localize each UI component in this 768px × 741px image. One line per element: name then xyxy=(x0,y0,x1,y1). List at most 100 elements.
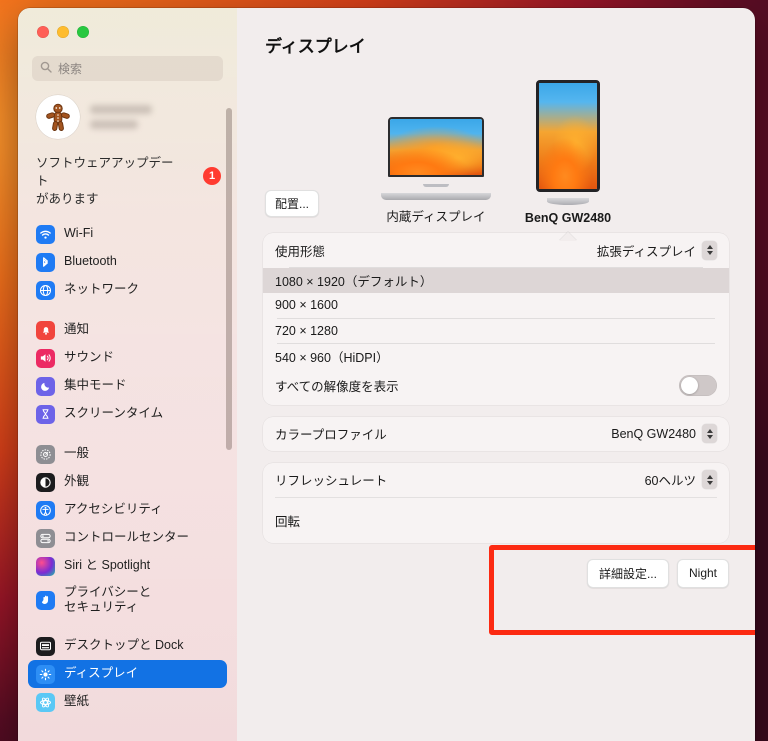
resolution-option[interactable]: 1080 × 1920（デフォルト） xyxy=(263,267,729,293)
benq-display-thumbnail xyxy=(535,80,600,192)
display-settings-card: 使用形態 拡張ディスプレイ 1080 × 1920（デフォルト） 900 × 1… xyxy=(263,233,729,405)
search-input[interactable] xyxy=(58,61,215,76)
desktop-dock-icon xyxy=(36,636,55,656)
show-all-resolutions-toggle[interactable] xyxy=(679,375,717,396)
sidebar-item-label: ネットワーク xyxy=(64,282,140,297)
advanced-settings-button[interactable]: 詳細設定... xyxy=(586,558,669,588)
sidebar-item-wifi[interactable]: Wi-Fi xyxy=(28,220,227,248)
sidebar-group-system: 一般 外観 アクセシビリティ コントロールセンター Siri と Spotlig… xyxy=(28,440,227,620)
use-as-label: 使用形態 xyxy=(275,244,326,259)
control-center-icon xyxy=(36,528,55,548)
color-profile-value-group[interactable]: BenQ GW2480 xyxy=(611,424,717,443)
refresh-rate-value-group[interactable]: 60ヘルツ xyxy=(645,470,717,489)
sidebar-item-notifications[interactable]: 通知 xyxy=(28,316,227,344)
minimize-button[interactable] xyxy=(57,26,69,38)
laptop-base xyxy=(380,193,491,200)
sidebar-item-label: サウンド xyxy=(64,350,115,365)
sidebar-item-accessibility[interactable]: アクセシビリティ xyxy=(28,496,227,524)
show-all-resolutions-label: すべての解像度を表示 xyxy=(275,380,399,394)
avatar xyxy=(36,95,80,139)
sidebar-item-control-center[interactable]: コントロールセンター xyxy=(28,524,227,552)
chevron-updown-icon[interactable] xyxy=(702,424,717,443)
content-area: ディスプレイ 配置... 内蔵ディスプレイ BenQ GW2480 使用形態 拡… xyxy=(237,8,755,741)
siri-icon xyxy=(36,556,55,576)
sidebar-item-bluetooth[interactable]: Bluetooth xyxy=(28,248,227,276)
sidebar-item-label: 一般 xyxy=(64,446,90,461)
sidebar-item-screentime[interactable]: スクリーンタイム xyxy=(28,400,227,428)
resolution-list: 1080 × 1920（デフォルト） 900 × 1600 720 × 1280… xyxy=(263,267,729,369)
monitor-stand xyxy=(546,198,589,205)
display-brightness-icon xyxy=(36,664,55,684)
search-field[interactable] xyxy=(32,56,223,81)
sidebar-group-network: Wi-Fi Bluetooth ネットワーク xyxy=(28,220,227,304)
sidebar-item-label: 集中モード xyxy=(64,378,127,393)
moon-icon xyxy=(36,376,55,396)
resolution-option[interactable]: 540 × 960（HiDPI） xyxy=(263,344,729,369)
color-profile-row[interactable]: カラープロファイル BenQ GW2480 xyxy=(275,417,717,451)
sidebar-scrollbar[interactable] xyxy=(226,108,232,450)
sidebar-item-label: 通知 xyxy=(64,322,90,337)
bluetooth-icon xyxy=(36,252,55,272)
show-all-resolutions-row[interactable]: すべての解像度を表示 xyxy=(275,369,717,403)
sidebar-item-desktop-dock[interactable]: デスクトップと Dock xyxy=(28,632,227,660)
sidebar-item-network[interactable]: ネットワーク xyxy=(28,276,227,304)
sidebar-item-general[interactable]: 一般 xyxy=(28,440,227,468)
chevron-updown-icon[interactable] xyxy=(702,470,717,489)
sidebar-item-displays[interactable]: ディスプレイ xyxy=(28,660,227,689)
refresh-rotation-card: リフレッシュレート 60ヘルツ 回転 xyxy=(263,462,729,543)
software-update-row[interactable]: ソフトウェアアップデート があります 1 xyxy=(18,139,237,208)
rotation-label: 回転 xyxy=(275,514,301,529)
sidebar-item-sound[interactable]: サウンド xyxy=(28,344,227,372)
arrange-button[interactable]: 配置... xyxy=(265,190,320,217)
rotation-row[interactable]: 回転 xyxy=(275,496,717,543)
sidebar-item-focus[interactable]: 集中モード xyxy=(28,372,227,400)
use-as-value: 拡張ディスプレイ xyxy=(596,244,696,259)
color-profile-label: カラープロファイル xyxy=(275,428,387,442)
desktop-background: ソフトウェアアップデートがあります 1 Wi-Fi xyxy=(0,0,768,741)
sidebar-item-label: アクセシビリティ xyxy=(64,502,163,517)
refresh-rate-value: 60ヘルツ xyxy=(644,474,696,488)
sidebar-item-privacy-security[interactable]: プライバシーと セキュリティ xyxy=(28,580,227,620)
sidebar-item-siri-spotlight[interactable]: Siri と Spotlight xyxy=(28,552,227,580)
displays-preview-row: 配置... 内蔵ディスプレイ BenQ GW2480 xyxy=(251,63,741,241)
sidebar-item-label: 壁紙 xyxy=(64,694,90,709)
sidebar-item-appearance[interactable]: 外観 xyxy=(28,468,227,496)
sidebar-item-label: Bluetooth xyxy=(64,254,117,269)
use-as-row[interactable]: 使用形態 拡張ディスプレイ xyxy=(275,233,717,267)
chevron-updown-icon[interactable] xyxy=(702,240,717,260)
sidebar-item-wallpaper[interactable]: 壁紙 xyxy=(28,688,227,716)
sidebar-item-label: 外観 xyxy=(64,474,90,489)
sidebar-group-alerts: 通知 サウンド 集中モード スクリーンタイム xyxy=(28,316,227,428)
color-profile-value: BenQ GW2480 xyxy=(611,426,696,441)
bottom-button-row: 詳細設定... Night xyxy=(251,551,741,598)
color-profile-card: カラープロファイル BenQ GW2480 xyxy=(263,416,729,451)
close-button[interactable] xyxy=(37,26,49,38)
sidebar-item-label: デスクトップと Dock xyxy=(64,638,184,653)
display-benq[interactable]: BenQ GW2480 xyxy=(524,80,612,241)
user-name-redacted xyxy=(90,105,152,129)
use-as-value-group[interactable]: 拡張ディスプレイ xyxy=(596,240,717,260)
wallpaper-icon xyxy=(36,692,55,712)
display-builtin[interactable]: 内蔵ディスプレイ xyxy=(380,117,491,225)
resolution-option[interactable]: 720 × 1280 xyxy=(263,318,729,343)
selected-display-indicator xyxy=(558,232,577,241)
sidebar: ソフトウェアアップデートがあります 1 Wi-Fi xyxy=(18,8,237,741)
display-label: BenQ GW2480 xyxy=(524,211,612,225)
sidebar-item-label: Wi-Fi xyxy=(64,226,94,241)
search-icon xyxy=(40,60,52,78)
sidebar-item-label: Siri と Spotlight xyxy=(64,558,151,573)
refresh-rate-label: リフレッシュレート xyxy=(275,474,388,488)
builtin-display-thumbnail xyxy=(387,117,484,177)
system-settings-window: ソフトウェアアップデートがあります 1 Wi-Fi xyxy=(18,8,755,741)
night-shift-button[interactable]: Night xyxy=(676,558,729,588)
hand-privacy-icon xyxy=(36,590,55,610)
gear-icon xyxy=(36,444,55,464)
resolution-option[interactable]: 900 × 1600 xyxy=(263,293,729,318)
zoom-button[interactable] xyxy=(77,26,89,38)
sidebar-item-label: プライバシーと セキュリティ xyxy=(64,584,152,615)
sidebar-item-label: スクリーンタイム xyxy=(64,406,164,421)
refresh-rate-row[interactable]: リフレッシュレート 60ヘルツ xyxy=(275,463,717,497)
user-profile[interactable] xyxy=(18,81,237,139)
software-update-label: ソフトウェアアップデート があります xyxy=(36,156,174,206)
laptop-hinge xyxy=(422,184,449,187)
